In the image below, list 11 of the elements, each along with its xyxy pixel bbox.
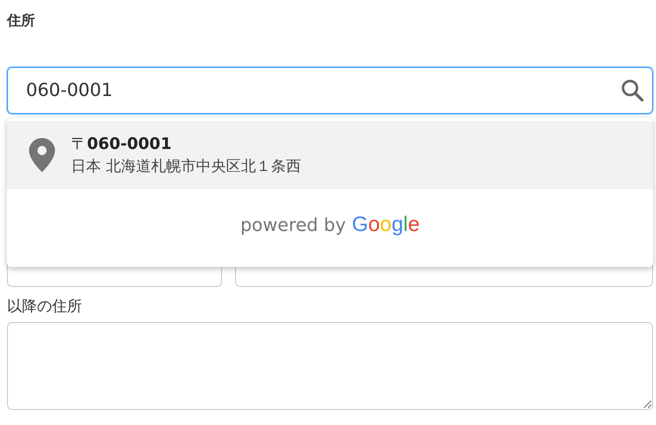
postal-code: 〒060-0001: [71, 134, 173, 155]
textarea-field[interactable]: [7, 322, 653, 410]
google-logo: Google: [352, 213, 420, 237]
map-pin-icon: [29, 138, 55, 172]
address-text: 日本 北海道札幌市中央区北１条西: [71, 157, 301, 176]
search-field[interactable]: 060-0001: [7, 67, 653, 114]
field-label: 以降の住所: [7, 297, 83, 316]
field-label: 住所: [7, 12, 36, 31]
attribution-text: powered by: [240, 214, 346, 236]
suggestion-item[interactable]: 〒060-0001 日本 北海道札幌市中央区北１条西: [7, 121, 653, 189]
search-icon[interactable]: [620, 78, 644, 102]
